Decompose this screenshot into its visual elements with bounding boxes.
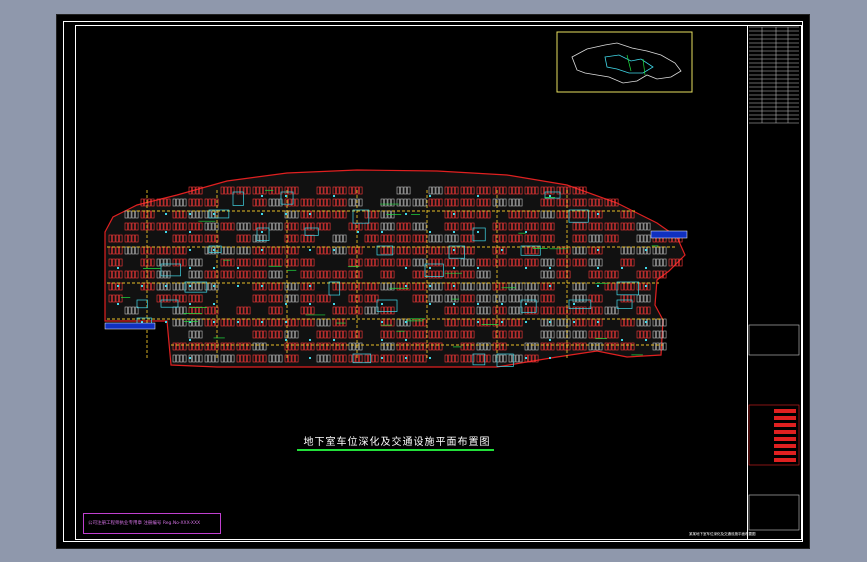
bottom-note: 某某地下室车位深化及交通设施平面布置图 <box>689 532 756 536</box>
stamp-box: 公司注册工程师执业专用章 注册编号 Reg.No-XXX-XXX <box>83 513 221 534</box>
title-block <box>747 25 802 540</box>
plan-title-underline <box>297 449 494 451</box>
drawing-sheet: 地下室车位深化及交通设施平面布置图 公司注册工程师执业专用章 注册编号 Reg.… <box>56 14 810 549</box>
title-block-grid <box>748 26 800 531</box>
basement-plan <box>104 169 688 368</box>
key-map <box>556 31 693 93</box>
plan-title: 地下室车位深化及交通设施平面布置图 <box>303 437 491 448</box>
key-map-outline <box>571 42 682 84</box>
floor-plan-drawing <box>104 31 693 368</box>
